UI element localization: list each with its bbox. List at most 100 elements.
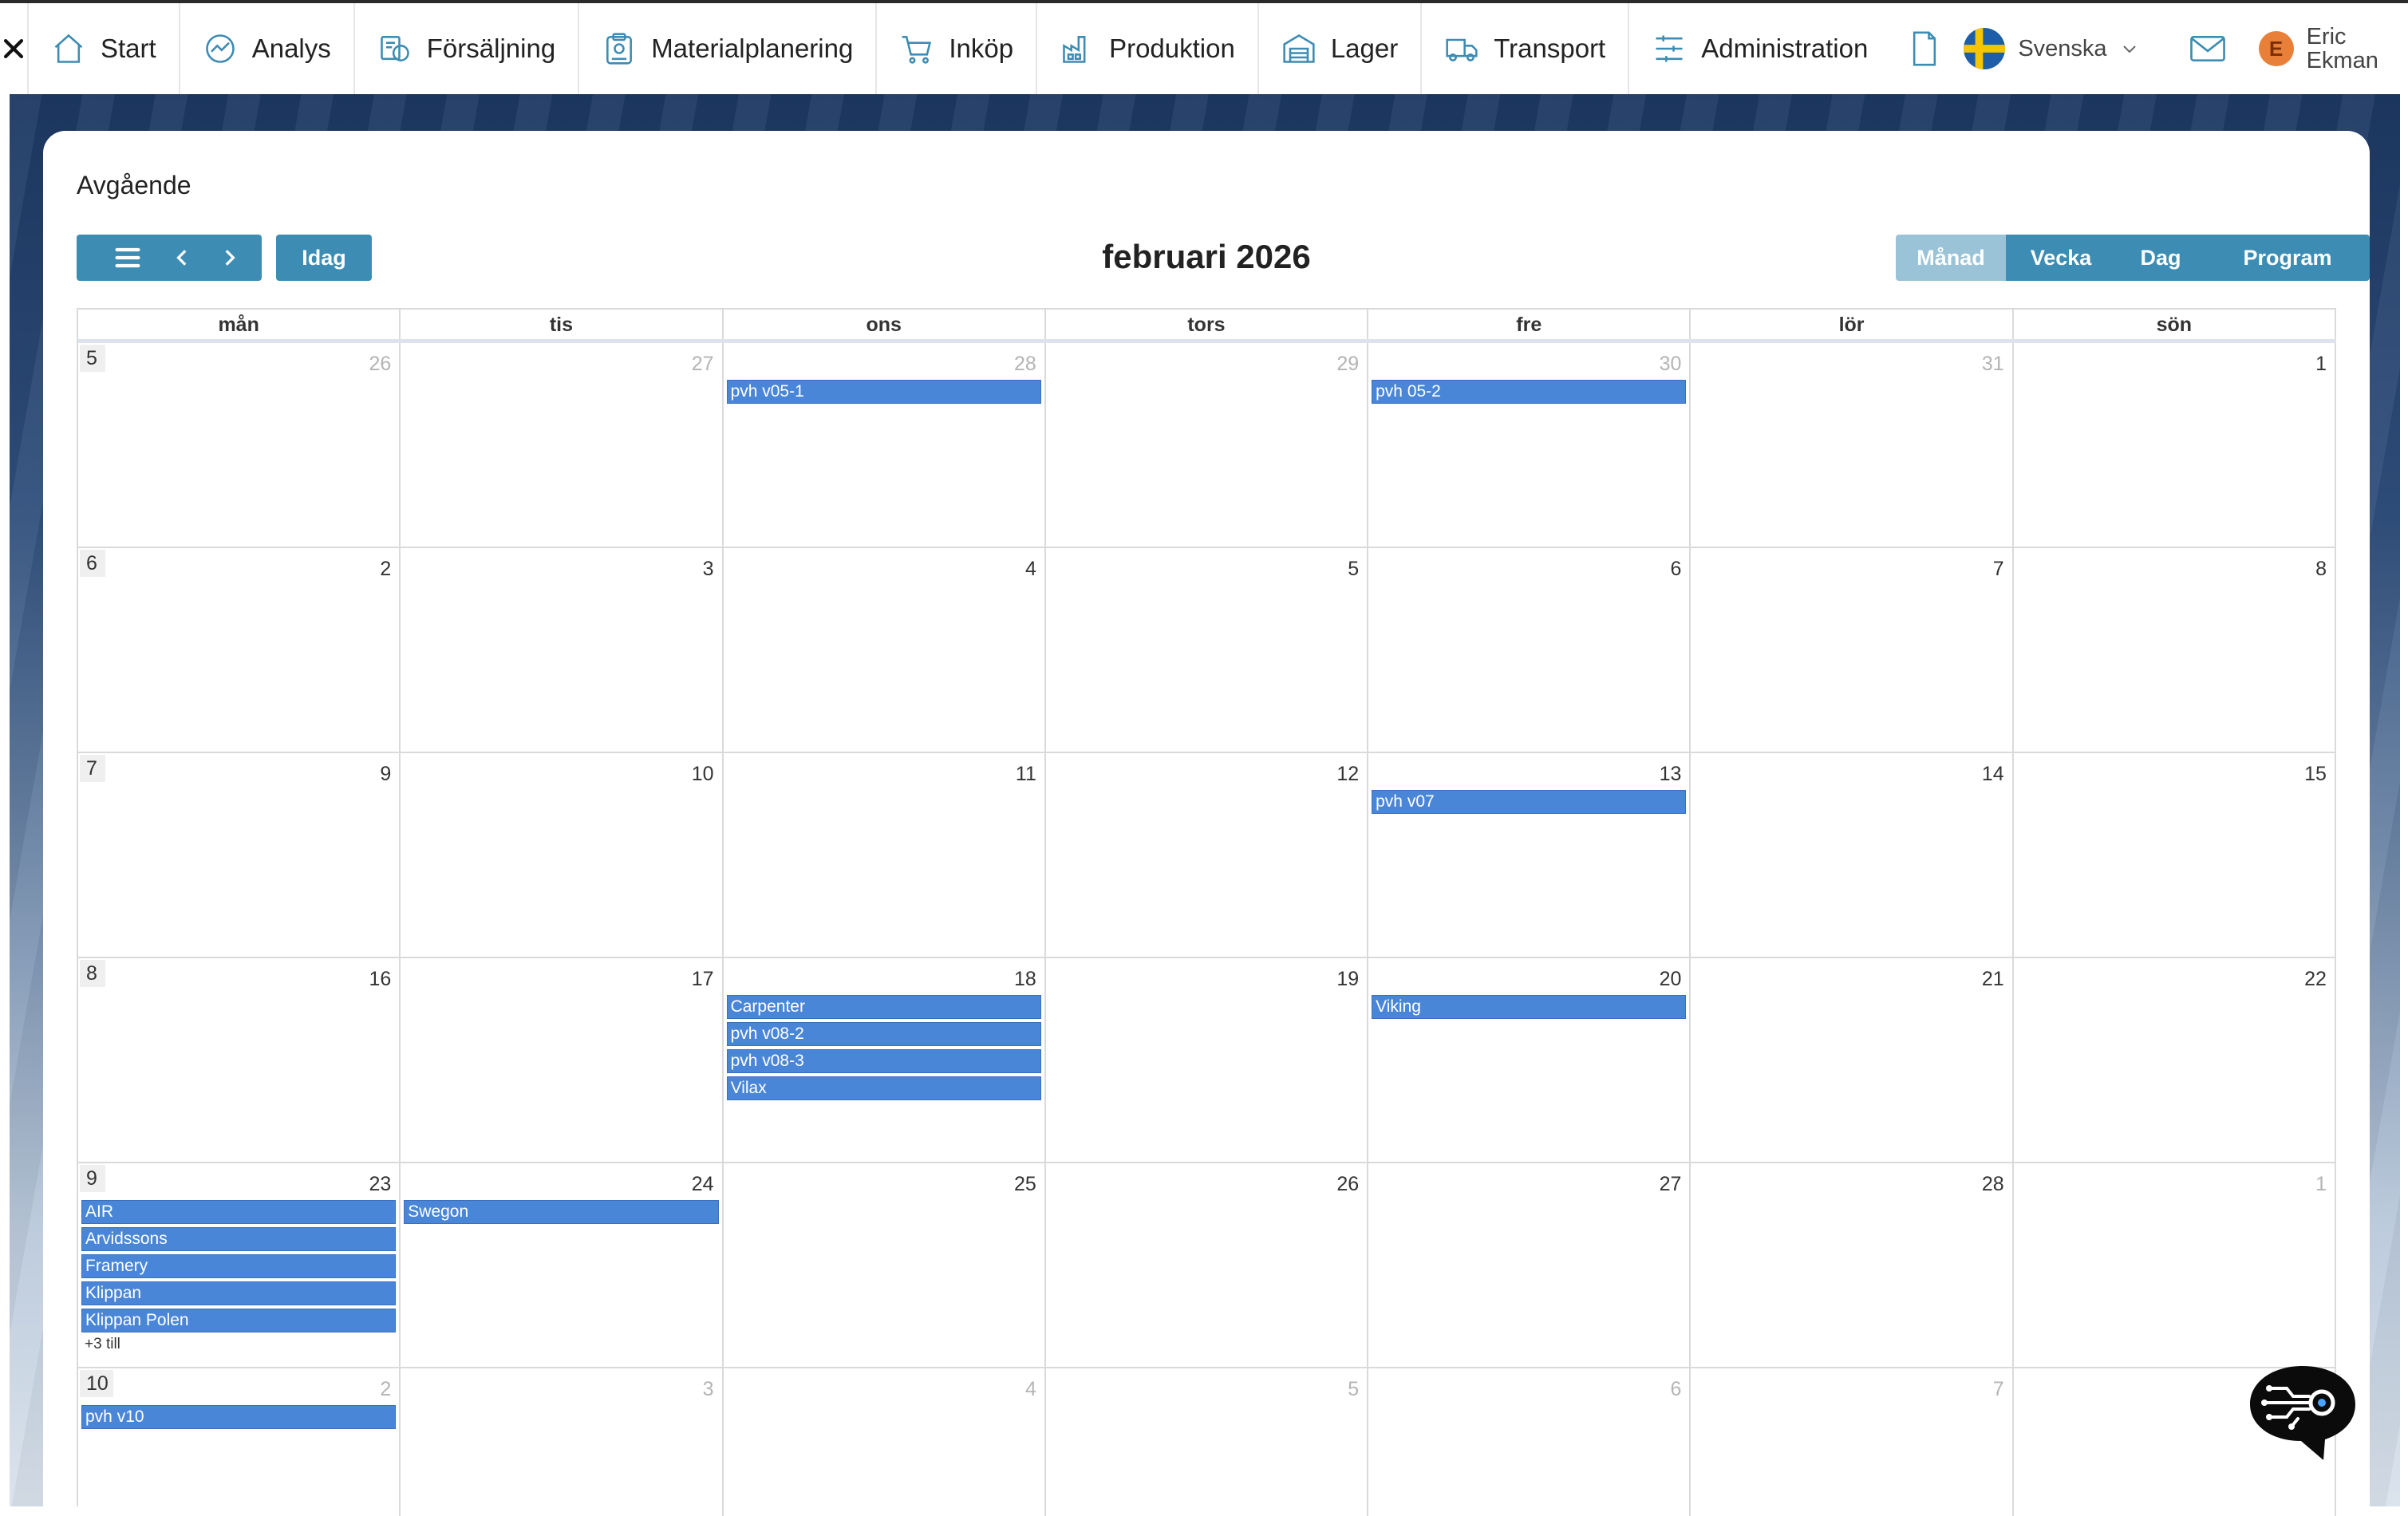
- day-cell[interactable]: 79: [78, 753, 401, 957]
- day-number[interactable]: 26: [1336, 1173, 1359, 1196]
- day-cell[interactable]: 6: [1368, 1368, 1692, 1516]
- day-cell[interactable]: 29: [1046, 343, 1369, 547]
- day-cell[interactable]: 12: [1046, 753, 1369, 957]
- week-number[interactable]: 5: [80, 345, 105, 372]
- day-number[interactable]: 4: [1025, 558, 1036, 581]
- day-cell[interactable]: 9 23 AIR Arvidssons Framery Klippan Klippan Po…: [78, 1163, 401, 1367]
- day-cell[interactable]: 13 pvh v07: [1368, 753, 1692, 957]
- day-cell[interactable]: 14: [1691, 753, 2014, 957]
- day-number[interactable]: 28: [1982, 1173, 2004, 1196]
- week-number[interactable]: 8: [80, 960, 105, 987]
- calendar-event[interactable]: Klippan Polen: [81, 1309, 397, 1332]
- day-number[interactable]: 3: [703, 558, 714, 581]
- day-cell[interactable]: 10: [401, 753, 724, 957]
- calendar-event[interactable]: pvh v07: [1372, 790, 1687, 814]
- nav-item-forsaljning[interactable]: Försäljning: [355, 3, 580, 94]
- day-number[interactable]: 2: [380, 558, 391, 581]
- language-selector[interactable]: Svenska: [1959, 3, 2159, 94]
- calendar-event[interactable]: Framery: [81, 1254, 397, 1278]
- calendar-event[interactable]: Carpenter: [726, 995, 1041, 1019]
- calendar-event[interactable]: pvh v10: [81, 1405, 397, 1429]
- day-number[interactable]: 31: [1982, 353, 2004, 376]
- day-cell[interactable]: 24 Swegon: [401, 1163, 724, 1367]
- chat-assistant-icon[interactable]: [2245, 1361, 2360, 1465]
- day-cell[interactable]: 27: [401, 343, 724, 547]
- today-button[interactable]: Idag: [276, 235, 372, 281]
- nav-item-start[interactable]: Start: [29, 3, 180, 94]
- calendar-event[interactable]: AIR: [81, 1200, 397, 1224]
- day-cell[interactable]: 5: [1046, 1368, 1369, 1516]
- more-events-link[interactable]: +3 till: [81, 1336, 396, 1353]
- day-cell[interactable]: 1: [2014, 1163, 2336, 1367]
- day-number[interactable]: 15: [2304, 763, 2327, 786]
- day-number[interactable]: 10: [692, 763, 714, 786]
- day-number[interactable]: 18: [1014, 968, 1036, 991]
- calendar-event[interactable]: pvh 05-2: [1372, 380, 1687, 404]
- week-number[interactable]: 10: [80, 1370, 113, 1397]
- day-cell[interactable]: 1: [2014, 343, 2336, 547]
- day-number[interactable]: 20: [1660, 968, 1682, 991]
- day-cell[interactable]: 28 pvh v05-1: [724, 343, 1046, 547]
- day-number[interactable]: 3: [703, 1378, 714, 1401]
- day-cell[interactable]: 30 pvh 05-2: [1368, 343, 1692, 547]
- week-number[interactable]: 9: [80, 1165, 105, 1192]
- day-number[interactable]: 25: [1014, 1173, 1036, 1196]
- day-cell[interactable]: 21: [1691, 958, 2014, 1162]
- day-number[interactable]: 6: [1671, 1378, 1682, 1401]
- day-cell[interactable]: 8 16: [78, 958, 401, 1162]
- view-day-button[interactable]: Dag: [2116, 235, 2205, 281]
- day-number[interactable]: 5: [1348, 558, 1359, 581]
- day-cell[interactable]: 18 Carpenter pvh v08-2 pvh v08-3 Vilax: [724, 958, 1046, 1162]
- day-number[interactable]: 22: [2304, 968, 2327, 991]
- nav-item-transport[interactable]: Transport: [1422, 3, 1630, 94]
- nav-item-inkop[interactable]: Inköp: [877, 3, 1038, 94]
- day-number[interactable]: 21: [1982, 968, 2004, 991]
- nav-item-administration[interactable]: Administration: [1629, 3, 1890, 94]
- day-number[interactable]: 12: [1336, 763, 1359, 786]
- previous-button[interactable]: [160, 235, 206, 281]
- day-cell[interactable]: 7: [1691, 548, 2014, 752]
- day-cell[interactable]: 10 2 pvh v10: [78, 1368, 401, 1516]
- calendar-event[interactable]: Klippan: [81, 1281, 397, 1305]
- nav-item-lager[interactable]: Lager: [1259, 3, 1423, 94]
- nav-item-materialplanering[interactable]: Materialplanering: [579, 3, 878, 94]
- day-number[interactable]: 11: [1016, 763, 1036, 786]
- day-cell[interactable]: 3: [401, 548, 724, 752]
- day-number[interactable]: 28: [1014, 353, 1036, 376]
- calendar-event[interactable]: Arvidssons: [81, 1227, 397, 1251]
- day-cell[interactable]: 27: [1368, 1163, 1692, 1367]
- day-number[interactable]: 4: [1025, 1378, 1036, 1401]
- view-program-button[interactable]: Program: [2205, 235, 2370, 281]
- calendar-event[interactable]: pvh v05-1: [726, 380, 1041, 404]
- day-number[interactable]: 1: [2315, 353, 2327, 376]
- day-cell[interactable]: 5: [1046, 548, 1369, 752]
- day-number[interactable]: 2: [380, 1378, 391, 1401]
- day-cell[interactable]: 15: [2014, 753, 2336, 957]
- calendar-event[interactable]: Vilax: [726, 1076, 1041, 1100]
- day-cell[interactable]: 25: [724, 1163, 1046, 1367]
- day-number[interactable]: 7: [1993, 1378, 2004, 1401]
- day-number[interactable]: 19: [1336, 968, 1359, 991]
- messages-button[interactable]: [2160, 3, 2256, 94]
- day-cell[interactable]: 5 26: [78, 343, 401, 547]
- day-cell[interactable]: 7: [1691, 1368, 2014, 1516]
- day-number[interactable]: 6: [1671, 558, 1682, 581]
- day-number[interactable]: 26: [369, 353, 391, 376]
- day-cell[interactable]: 4: [724, 1368, 1046, 1516]
- day-cell[interactable]: 17: [401, 958, 724, 1162]
- nav-item-analys[interactable]: Analys: [180, 3, 355, 94]
- day-number[interactable]: 13: [1660, 763, 1682, 786]
- view-month-button[interactable]: Månad: [1896, 235, 2006, 281]
- week-number[interactable]: 7: [80, 755, 105, 782]
- day-cell[interactable]: 4: [724, 548, 1046, 752]
- view-week-button[interactable]: Vecka: [2006, 235, 2116, 281]
- day-cell[interactable]: 28: [1691, 1163, 2014, 1367]
- day-cell[interactable]: 31: [1691, 343, 2014, 547]
- week-number[interactable]: 6: [80, 550, 105, 577]
- document-button[interactable]: [1890, 3, 1959, 94]
- calendar-event[interactable]: pvh v08-2: [726, 1022, 1041, 1046]
- day-cell[interactable]: 62: [78, 548, 401, 752]
- day-number[interactable]: 27: [692, 353, 714, 376]
- user-menu[interactable]: E Eric Ekman: [2256, 3, 2408, 94]
- calendar-event[interactable]: pvh v08-3: [726, 1049, 1041, 1073]
